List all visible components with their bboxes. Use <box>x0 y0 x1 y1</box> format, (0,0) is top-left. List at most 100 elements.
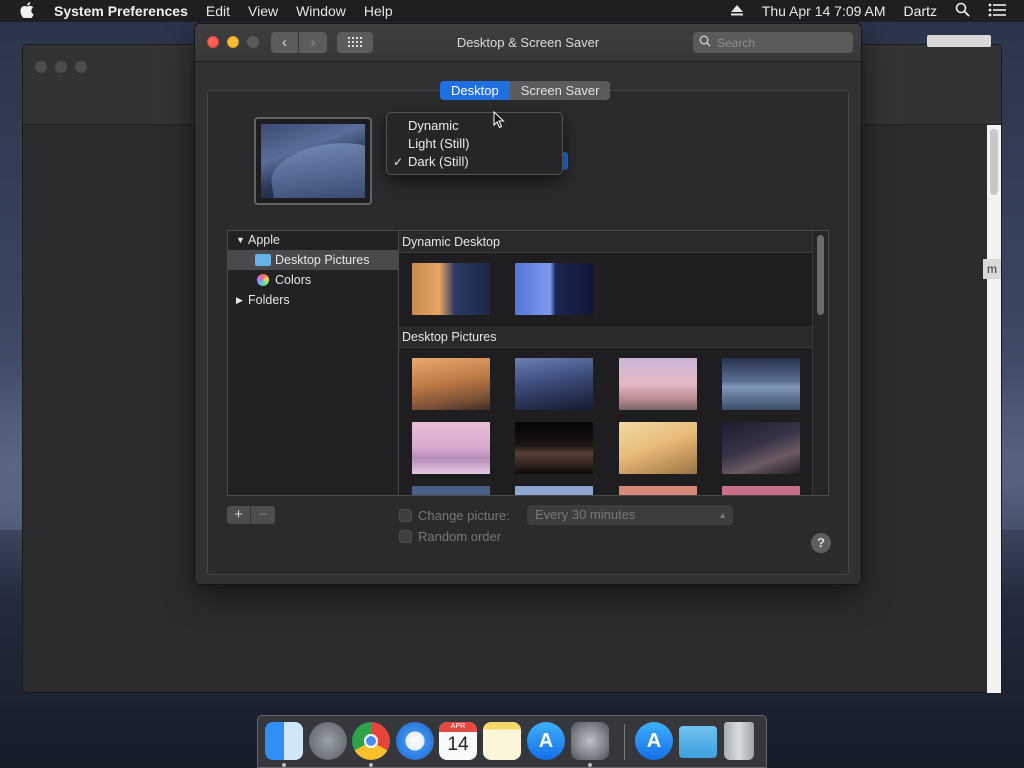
disclosure-open-icon[interactable]: ▼ <box>236 230 245 250</box>
system-preferences-icon[interactable] <box>571 722 609 760</box>
wallpaper-thumbnail[interactable] <box>619 422 697 474</box>
source-list: ▼ Apple Desktop Pictures Colors ▶ Folder… <box>227 230 399 496</box>
background-window-scrollbar[interactable] <box>987 125 1001 693</box>
color-wheel-icon <box>257 274 269 286</box>
tab-screen-saver[interactable]: Screen Saver <box>509 81 611 100</box>
section-header-pictures: Desktop Pictures <box>399 326 813 348</box>
app-store-icon[interactable]: A <box>527 722 565 760</box>
inactive-zoom-icon[interactable] <box>75 61 87 73</box>
random-order-checkbox[interactable]: Random order <box>399 529 501 544</box>
source-group-apple[interactable]: ▼ Apple <box>228 230 398 250</box>
finder-icon[interactable] <box>265 722 303 760</box>
remove-folder-button[interactable]: − <box>251 506 275 524</box>
calendar-day: 14 <box>447 734 469 755</box>
tab-control: Desktop Screen Saver <box>440 81 611 100</box>
appearance-menu: Dynamic Light (Still) ✓ Dark (Still) <box>386 112 563 175</box>
current-wallpaper-preview <box>254 117 372 205</box>
inactive-close-icon[interactable] <box>35 61 47 73</box>
change-picture-checkbox[interactable]: Change picture: <box>399 508 510 523</box>
background-window-side-tab[interactable]: m <box>983 259 1001 279</box>
wallpaper-thumbnail[interactable] <box>412 358 490 410</box>
folder-icon <box>255 254 271 266</box>
menu-edit[interactable]: Edit <box>206 3 230 19</box>
mouse-cursor-icon <box>493 111 505 129</box>
background-window-toolbar-item[interactable] <box>927 35 991 47</box>
spotlight-search-icon[interactable] <box>955 2 970 20</box>
apple-icon[interactable] <box>20 1 40 21</box>
desktop-screen-saver-window: ‹ › Desktop & Screen Saver Search Deskto… <box>194 23 862 585</box>
disclosure-closed-icon[interactable]: ▶ <box>236 290 243 310</box>
menu-bar: System Preferences Edit View Window Help… <box>0 0 1024 22</box>
wallpaper-thumbnail[interactable] <box>619 358 697 410</box>
tab-desktop[interactable]: Desktop <box>440 81 510 100</box>
dock: APR 14 A A <box>257 715 767 768</box>
checkbox-label: Change picture: <box>418 508 510 523</box>
search-field[interactable]: Search <box>693 32 853 53</box>
wallpaper-thumbnail[interactable] <box>722 358 800 410</box>
picture-grid: Dynamic Desktop Desktop Pictures <box>399 230 829 496</box>
interval-popup[interactable]: Every 30 minutes ▲ <box>527 505 733 525</box>
safari-icon[interactable] <box>396 722 434 760</box>
source-group-label: Folders <box>248 293 290 307</box>
notification-center-icon[interactable] <box>988 3 1006 20</box>
chrome-icon[interactable] <box>352 722 390 760</box>
source-group-folders[interactable]: ▶ Folders <box>228 290 398 310</box>
dynamic-wallpaper-solar-gradients[interactable] <box>515 263 593 315</box>
chevron-updown-icon: ▲ <box>718 510 727 520</box>
appearance-option-dark[interactable]: ✓ Dark (Still) <box>387 153 562 171</box>
interval-value: Every 30 minutes <box>535 507 636 522</box>
wallpaper-thumbnail[interactable] <box>619 486 697 495</box>
wallpaper-thumbnail[interactable] <box>515 422 593 474</box>
checkmark-icon: ✓ <box>393 155 404 169</box>
checkbox-box[interactable] <box>399 509 412 522</box>
background-window-scroll-thumb[interactable] <box>990 129 998 195</box>
wallpaper-thumbnail[interactable] <box>722 486 800 495</box>
appearance-option-dynamic[interactable]: Dynamic <box>387 117 562 135</box>
wallpaper-thumbnail[interactable] <box>722 422 800 474</box>
calendar-month: APR <box>439 722 477 732</box>
source-item-label: Desktop Pictures <box>275 253 370 267</box>
source-item-label: Colors <box>275 273 312 287</box>
checkbox-label: Random order <box>418 529 502 544</box>
dock-separator <box>624 724 625 760</box>
grid-scroll-thumb[interactable] <box>817 235 824 315</box>
downloads-folder-icon[interactable] <box>679 726 717 758</box>
menu-view[interactable]: View <box>248 3 278 19</box>
wallpaper-thumbnail[interactable] <box>515 358 593 410</box>
search-icon <box>699 35 713 50</box>
source-item-colors[interactable]: Colors <box>228 270 398 290</box>
menu-clock[interactable]: Thu Apr 14 7:09 AM <box>762 3 886 19</box>
checkbox-box[interactable] <box>399 530 412 543</box>
wallpaper-thumbnail[interactable] <box>515 486 593 495</box>
running-indicator <box>282 763 286 767</box>
wallpaper-thumbnail[interactable] <box>412 486 490 495</box>
wallpaper-preview-image <box>261 124 365 198</box>
menu-app-name[interactable]: System Preferences <box>54 3 188 19</box>
menu-user[interactable]: Dartz <box>904 3 937 19</box>
trash-icon[interactable] <box>724 722 754 760</box>
launchpad-icon[interactable] <box>309 722 347 760</box>
source-group-label: Apple <box>248 233 280 247</box>
add-folder-button[interactable]: + <box>227 506 251 524</box>
option-label: Light (Still) <box>408 136 470 151</box>
notes-icon[interactable] <box>483 722 521 760</box>
background-window-controls <box>35 61 87 73</box>
running-indicator <box>588 763 592 767</box>
search-placeholder: Search <box>717 35 756 50</box>
help-button[interactable]: ? <box>811 533 831 553</box>
source-item-desktop-pictures[interactable]: Desktop Pictures <box>228 250 398 270</box>
folder-add-remove: + − <box>227 506 275 524</box>
option-label: Dynamic <box>408 118 459 133</box>
dynamic-wallpaper-mojave[interactable] <box>412 263 490 315</box>
wallpaper-thumbnail[interactable] <box>412 422 490 474</box>
menu-help[interactable]: Help <box>364 3 393 19</box>
running-indicator <box>369 763 373 767</box>
app-store-downloads-icon[interactable]: A <box>635 722 673 760</box>
inactive-minimize-icon[interactable] <box>55 61 67 73</box>
appearance-option-light[interactable]: Light (Still) <box>387 135 562 153</box>
calendar-icon[interactable]: APR 14 <box>439 722 477 760</box>
eject-icon[interactable] <box>730 3 744 19</box>
option-label: Dark (Still) <box>408 154 469 169</box>
menu-window[interactable]: Window <box>296 3 346 19</box>
section-header-dynamic: Dynamic Desktop <box>399 231 813 253</box>
